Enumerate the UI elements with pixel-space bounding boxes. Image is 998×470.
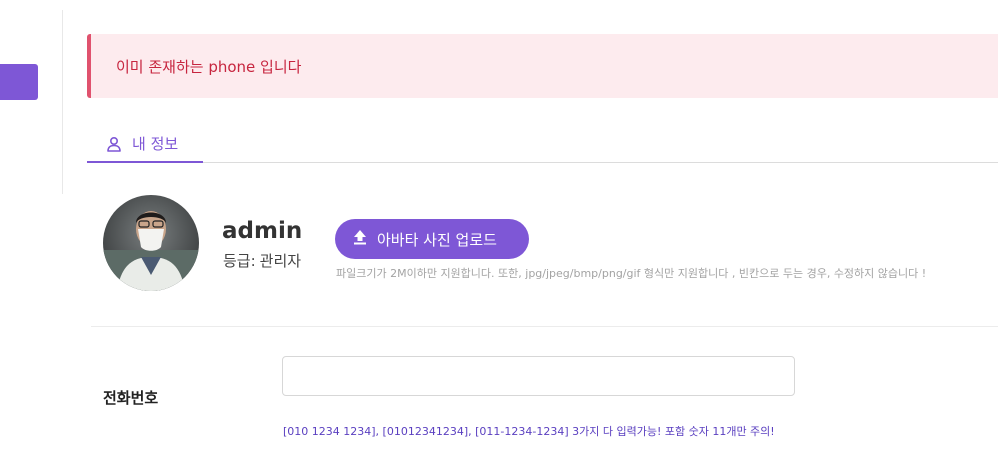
username: admin [222,218,303,244]
phone-hint: [010 1234 1234], [01012341234], [011-123… [283,425,775,438]
error-alert: 이미 존재하는 phone 입니다 [87,34,998,98]
alert-message: 이미 존재하는 phone 입니다 [116,57,302,76]
sidebar-divider [62,10,63,194]
phone-label: 전화번호 [103,389,159,407]
phone-input[interactable] [282,356,795,396]
grade-value: 관리자 [259,252,302,270]
upload-avatar-button[interactable]: 아바타 사진 업로드 [335,219,529,259]
profile-page: 이미 존재하는 phone 입니다 내 정보 admin 등급: 관리자 아바타… [0,0,998,470]
upload-icon [351,228,369,250]
upload-hint: 파일크기가 2M이하만 지원합니다. 또한, jpg/jpeg/bmp/png/… [336,267,927,280]
upload-button-label: 아바타 사진 업로드 [377,230,497,249]
tab-bar: 내 정보 [87,126,998,163]
avatar [103,195,199,291]
section-divider [91,326,998,327]
tab-my-info[interactable]: 내 정보 [87,126,203,163]
sidebar-active-item[interactable] [0,64,38,100]
user-grade: 등급: 관리자 [223,250,301,271]
grade-label: 등급: [223,252,256,270]
user-icon [106,136,122,152]
tab-label: 내 정보 [132,135,179,153]
